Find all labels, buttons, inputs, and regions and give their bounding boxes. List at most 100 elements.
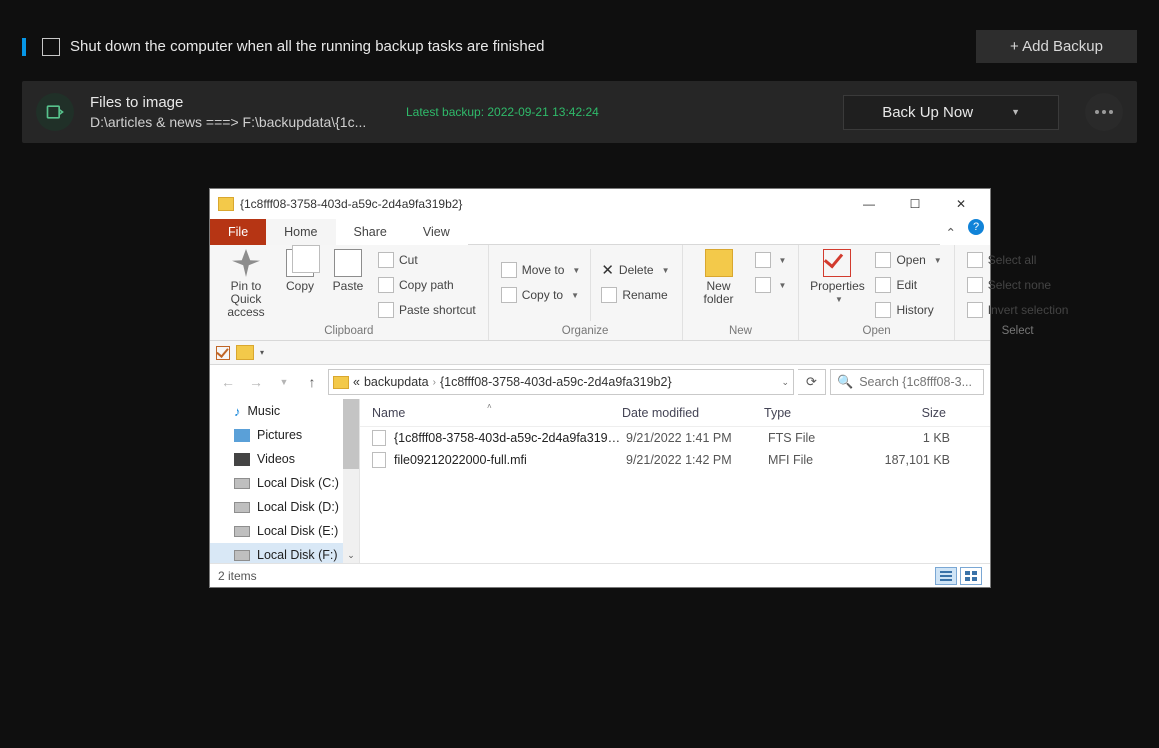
accent-pip xyxy=(22,38,26,56)
pin-quick-access-button[interactable]: Pin to Quick access xyxy=(218,247,274,319)
drive-icon xyxy=(234,526,250,537)
copy-path-icon xyxy=(378,277,394,293)
file-row[interactable]: {1c8fff08-3758-403d-a59c-2d4a9fa319b2}..… xyxy=(360,427,990,449)
maximize-button[interactable]: ☐ xyxy=(892,189,938,219)
view-large-icons-button[interactable] xyxy=(960,567,982,585)
folder-icon[interactable] xyxy=(236,345,254,360)
tab-home[interactable]: Home xyxy=(266,219,335,245)
help-button[interactable]: ? xyxy=(968,219,984,235)
qat-dropdown-icon[interactable]: ▾ xyxy=(260,348,264,357)
minimize-button[interactable]: — xyxy=(846,189,892,219)
nav-forward-button[interactable]: → xyxy=(244,370,268,394)
properties-button[interactable]: Properties▼ xyxy=(807,247,867,306)
search-input[interactable] xyxy=(859,375,977,389)
drive-icon xyxy=(234,502,250,513)
backup-now-dropdown-icon[interactable]: ▼ xyxy=(1011,107,1020,117)
easy-access-button[interactable]: ▼ xyxy=(751,274,791,296)
chevron-down-icon: ▼ xyxy=(934,256,942,265)
file-row[interactable]: file09212022000-full.mfi 9/21/2022 1:42 … xyxy=(360,449,990,471)
add-backup-button[interactable]: + Add Backup xyxy=(976,30,1137,63)
tree-item-music[interactable]: ♪Music xyxy=(210,399,359,423)
folder-icon xyxy=(218,197,234,211)
tree-scrollbar-thumb[interactable] xyxy=(343,399,359,469)
refresh-button[interactable]: ⟳ xyxy=(798,369,826,395)
new-item-button[interactable]: ▼ xyxy=(751,249,791,271)
nav-up-button[interactable]: ↑ xyxy=(300,370,324,394)
address-bar[interactable]: « backupdata › {1c8fff08-3758-403d-a59c-… xyxy=(328,369,794,395)
cut-button[interactable]: Cut xyxy=(374,249,480,271)
backup-now-button[interactable]: Back Up Now ▼ xyxy=(843,95,1059,130)
tab-view[interactable]: View xyxy=(405,219,468,245)
tab-file[interactable]: File xyxy=(210,219,266,245)
tree-item-drive-e[interactable]: Local Disk (E:) xyxy=(210,519,359,543)
copy-path-button[interactable]: Copy path xyxy=(374,274,480,296)
paste-shortcut-button[interactable]: Paste shortcut xyxy=(374,299,480,321)
paste-button[interactable]: Paste xyxy=(326,247,370,293)
column-headers[interactable]: Name˄ Date modified Type Size xyxy=(360,399,990,427)
new-item-icon xyxy=(755,252,771,268)
chevron-down-icon: ▼ xyxy=(571,291,579,300)
copy-button[interactable]: Copy xyxy=(278,247,322,293)
breadcrumb-backupdata[interactable]: backupdata xyxy=(364,375,429,389)
tree-item-videos[interactable]: Videos xyxy=(210,447,359,471)
copy-to-button[interactable]: Copy to▼ xyxy=(497,284,585,306)
chevron-down-icon: ▼ xyxy=(779,256,787,265)
view-details-button[interactable] xyxy=(935,567,957,585)
tree-scroll-down-icon[interactable]: ⌄ xyxy=(343,547,359,563)
backup-task-card: Files to image D:\articles & news ===> F… xyxy=(22,81,1137,143)
chevron-down-icon: ▼ xyxy=(835,293,843,306)
tree-item-drive-f[interactable]: Local Disk (F:) xyxy=(210,543,359,563)
shutdown-label: Shut down the computer when all the runn… xyxy=(70,38,544,55)
folder-icon xyxy=(705,249,733,277)
pin-icon xyxy=(232,249,260,277)
select-none-button[interactable]: Select none xyxy=(963,274,1073,296)
edit-button[interactable]: Edit xyxy=(871,274,945,296)
col-name[interactable]: Name˄ xyxy=(372,406,622,420)
shutdown-checkbox[interactable] xyxy=(42,38,60,56)
address-dropdown-icon[interactable]: ⌄ xyxy=(781,377,789,388)
select-all-button[interactable]: Select all xyxy=(963,249,1073,271)
move-to-button[interactable]: Move to▼ xyxy=(497,259,585,281)
nav-recent-dropdown[interactable]: ▼ xyxy=(272,370,296,394)
tree-item-drive-d[interactable]: Local Disk (D:) xyxy=(210,495,359,519)
folder-icon xyxy=(333,376,349,389)
col-size[interactable]: Size xyxy=(880,406,960,420)
chevron-down-icon: ▼ xyxy=(662,266,670,275)
explorer-titlebar[interactable]: {1c8fff08-3758-403d-a59c-2d4a9fa319b2} —… xyxy=(210,189,990,219)
group-select-label: Select xyxy=(955,323,1081,340)
tree-item-pictures[interactable]: Pictures xyxy=(210,423,359,447)
drive-icon xyxy=(234,550,250,561)
nav-back-button[interactable]: ← xyxy=(216,370,240,394)
file-date: 9/21/2022 1:41 PM xyxy=(626,431,768,445)
backup-now-label: Back Up Now xyxy=(882,104,973,121)
invert-selection-button[interactable]: Invert selection xyxy=(963,299,1073,321)
tab-share[interactable]: Share xyxy=(336,219,405,245)
nav-tree[interactable]: ♪Music Pictures Videos Local Disk (C:) L… xyxy=(210,399,360,563)
history-button[interactable]: History xyxy=(871,299,945,321)
breadcrumb-guid[interactable]: {1c8fff08-3758-403d-a59c-2d4a9fa319b2} xyxy=(440,375,672,389)
backup-task-icon xyxy=(36,93,74,131)
rename-button[interactable]: Rename xyxy=(597,284,673,306)
qat-checkbox-icon[interactable] xyxy=(216,346,230,360)
invert-selection-icon xyxy=(967,302,983,318)
close-button[interactable]: ✕ xyxy=(938,189,984,219)
open-button[interactable]: Open▼ xyxy=(871,249,945,271)
collapse-ribbon-button[interactable]: ⌃ xyxy=(940,219,962,245)
breadcrumb-prefix[interactable]: « xyxy=(353,375,360,389)
delete-icon: ✕ xyxy=(601,261,614,279)
task-more-button[interactable] xyxy=(1085,93,1123,131)
chevron-right-icon[interactable]: › xyxy=(433,377,436,388)
group-new-label: New xyxy=(683,323,799,340)
properties-icon xyxy=(823,249,851,277)
col-type[interactable]: Type xyxy=(764,406,880,420)
tree-item-drive-c[interactable]: Local Disk (C:) xyxy=(210,471,359,495)
search-box[interactable]: 🔍 xyxy=(830,369,984,395)
drive-icon xyxy=(234,478,250,489)
group-open-label: Open xyxy=(799,323,953,340)
new-folder-button[interactable]: New folder xyxy=(691,247,747,306)
file-date: 9/21/2022 1:42 PM xyxy=(626,453,768,467)
col-date[interactable]: Date modified xyxy=(622,406,764,420)
delete-button[interactable]: ✕Delete▼ xyxy=(597,259,673,281)
search-icon: 🔍 xyxy=(837,374,853,390)
sort-asc-icon: ˄ xyxy=(487,402,492,411)
